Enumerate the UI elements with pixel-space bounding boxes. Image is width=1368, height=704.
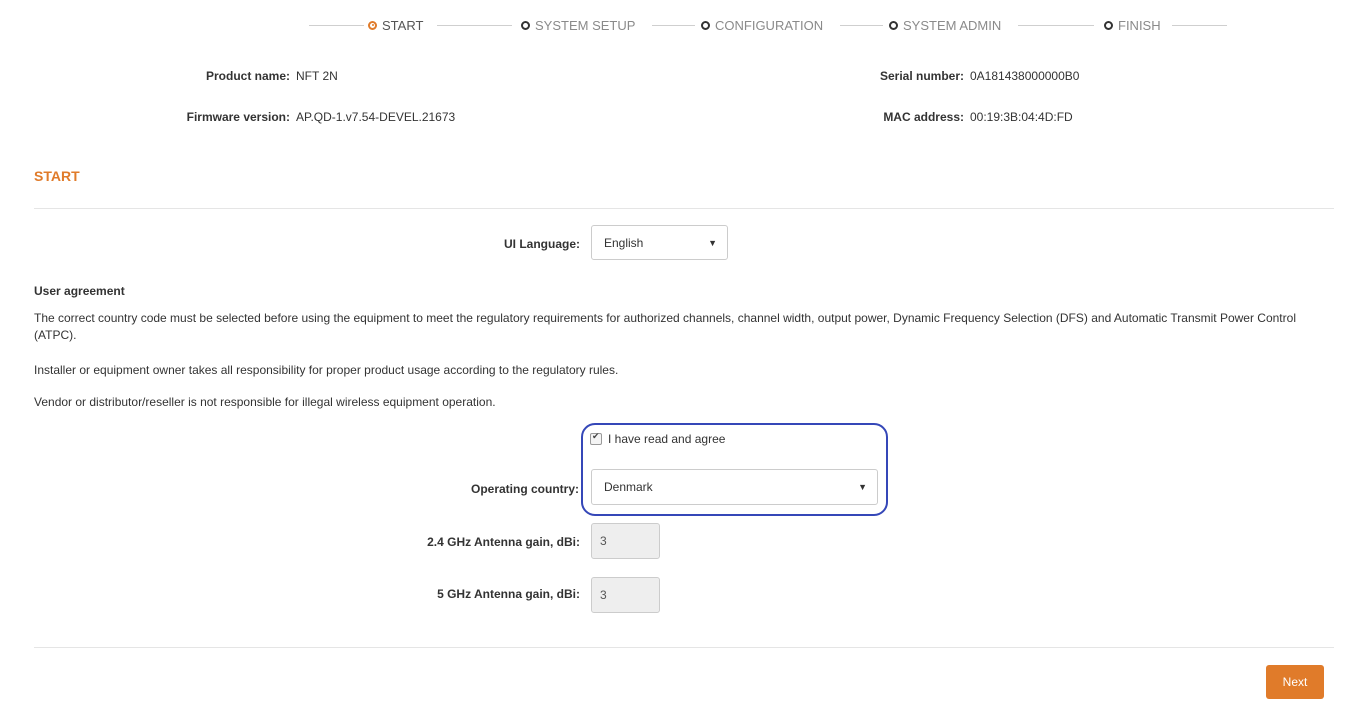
firmware-value: AP.QD-1.v7.54-DEVEL.21673 — [296, 110, 456, 124]
step-divider — [1172, 25, 1227, 26]
step-active-icon — [368, 20, 377, 30]
step-circle-icon — [521, 20, 530, 30]
step-circle-icon — [1104, 20, 1113, 30]
step-label: START — [382, 17, 424, 33]
step-label: FINISH — [1118, 17, 1161, 33]
antenna-24-label: 2.4 GHz Antenna gain, dBi: — [427, 535, 580, 549]
serial-row: Serial number: 0A181438000000B0 — [800, 69, 1079, 83]
operating-country-select[interactable]: Denmark ▼ — [591, 469, 878, 505]
step-system-admin[interactable]: SYSTEM ADMIN — [889, 17, 1001, 33]
divider — [34, 647, 1334, 648]
agreement-title: User agreement — [34, 284, 125, 298]
step-label: CONFIGURATION — [715, 17, 824, 33]
mac-label: MAC address: — [883, 110, 964, 124]
serial-value: 0A181438000000B0 — [970, 69, 1080, 83]
step-divider — [1018, 25, 1094, 26]
step-label: SYSTEM SETUP — [535, 17, 636, 33]
step-circle-icon — [701, 20, 710, 30]
agreement-paragraph: Installer or equipment owner takes all r… — [34, 363, 619, 377]
step-circle-icon — [889, 20, 898, 30]
antenna-5-label: 5 GHz Antenna gain, dBi: — [437, 587, 580, 601]
step-divider — [309, 25, 364, 26]
step-system-setup[interactable]: SYSTEM SETUP — [521, 17, 635, 33]
antenna-5-value: 3 — [600, 588, 607, 602]
step-configuration[interactable]: CONFIGURATION — [701, 17, 823, 33]
antenna-24-input[interactable]: 3 — [591, 523, 660, 559]
agreement-paragraph: The correct country code must be selecte… — [34, 311, 1296, 342]
serial-label: Serial number: — [879, 69, 964, 83]
mac-value: 00:19:3B:04:4D:FD — [970, 110, 1073, 124]
chevron-down-icon: ▼ — [708, 237, 717, 248]
step-start[interactable]: START — [368, 17, 423, 33]
wizard-steps: START SYSTEM SETUP CONFIGURATION SYSTEM … — [0, 17, 1368, 33]
agree-checkbox-label[interactable]: I have read and agree — [608, 432, 725, 446]
operating-country-value: Denmark — [604, 480, 653, 494]
step-divider — [840, 25, 883, 26]
operating-country-label: Operating country: — [470, 482, 579, 496]
product-name-value: NFT 2N — [296, 69, 338, 83]
antenna-24-value: 3 — [600, 534, 607, 548]
firmware-row: Firmware version: AP.QD-1.v7.54-DEVEL.216… — [120, 110, 456, 124]
ui-language-value: English — [604, 235, 644, 250]
step-divider — [437, 25, 512, 26]
step-finish[interactable]: FINISH — [1104, 17, 1161, 33]
mac-row: MAC address: 00:19:3B:04:4D:FD — [800, 110, 1073, 124]
step-label: SYSTEM ADMIN — [903, 17, 1002, 33]
product-name-label: Product name: — [205, 69, 290, 83]
product-name-row: Product name: NFT 2N — [120, 69, 338, 83]
agree-checkbox-row[interactable]: I have read and agree — [590, 431, 725, 446]
next-button[interactable]: Next — [1266, 665, 1324, 699]
firmware-label: Firmware version: — [186, 110, 290, 124]
divider — [34, 208, 1334, 209]
step-divider — [652, 25, 695, 26]
chevron-down-icon: ▼ — [858, 482, 867, 492]
section-title: START — [34, 168, 80, 184]
antenna-5-input[interactable]: 3 — [591, 577, 660, 613]
agree-checkbox[interactable] — [590, 431, 602, 445]
ui-language-select[interactable]: English ▼ — [591, 225, 728, 260]
ui-language-label: UI Language: — [503, 237, 580, 251]
agreement-paragraph: Vendor or distributor/reseller is not re… — [34, 395, 496, 409]
